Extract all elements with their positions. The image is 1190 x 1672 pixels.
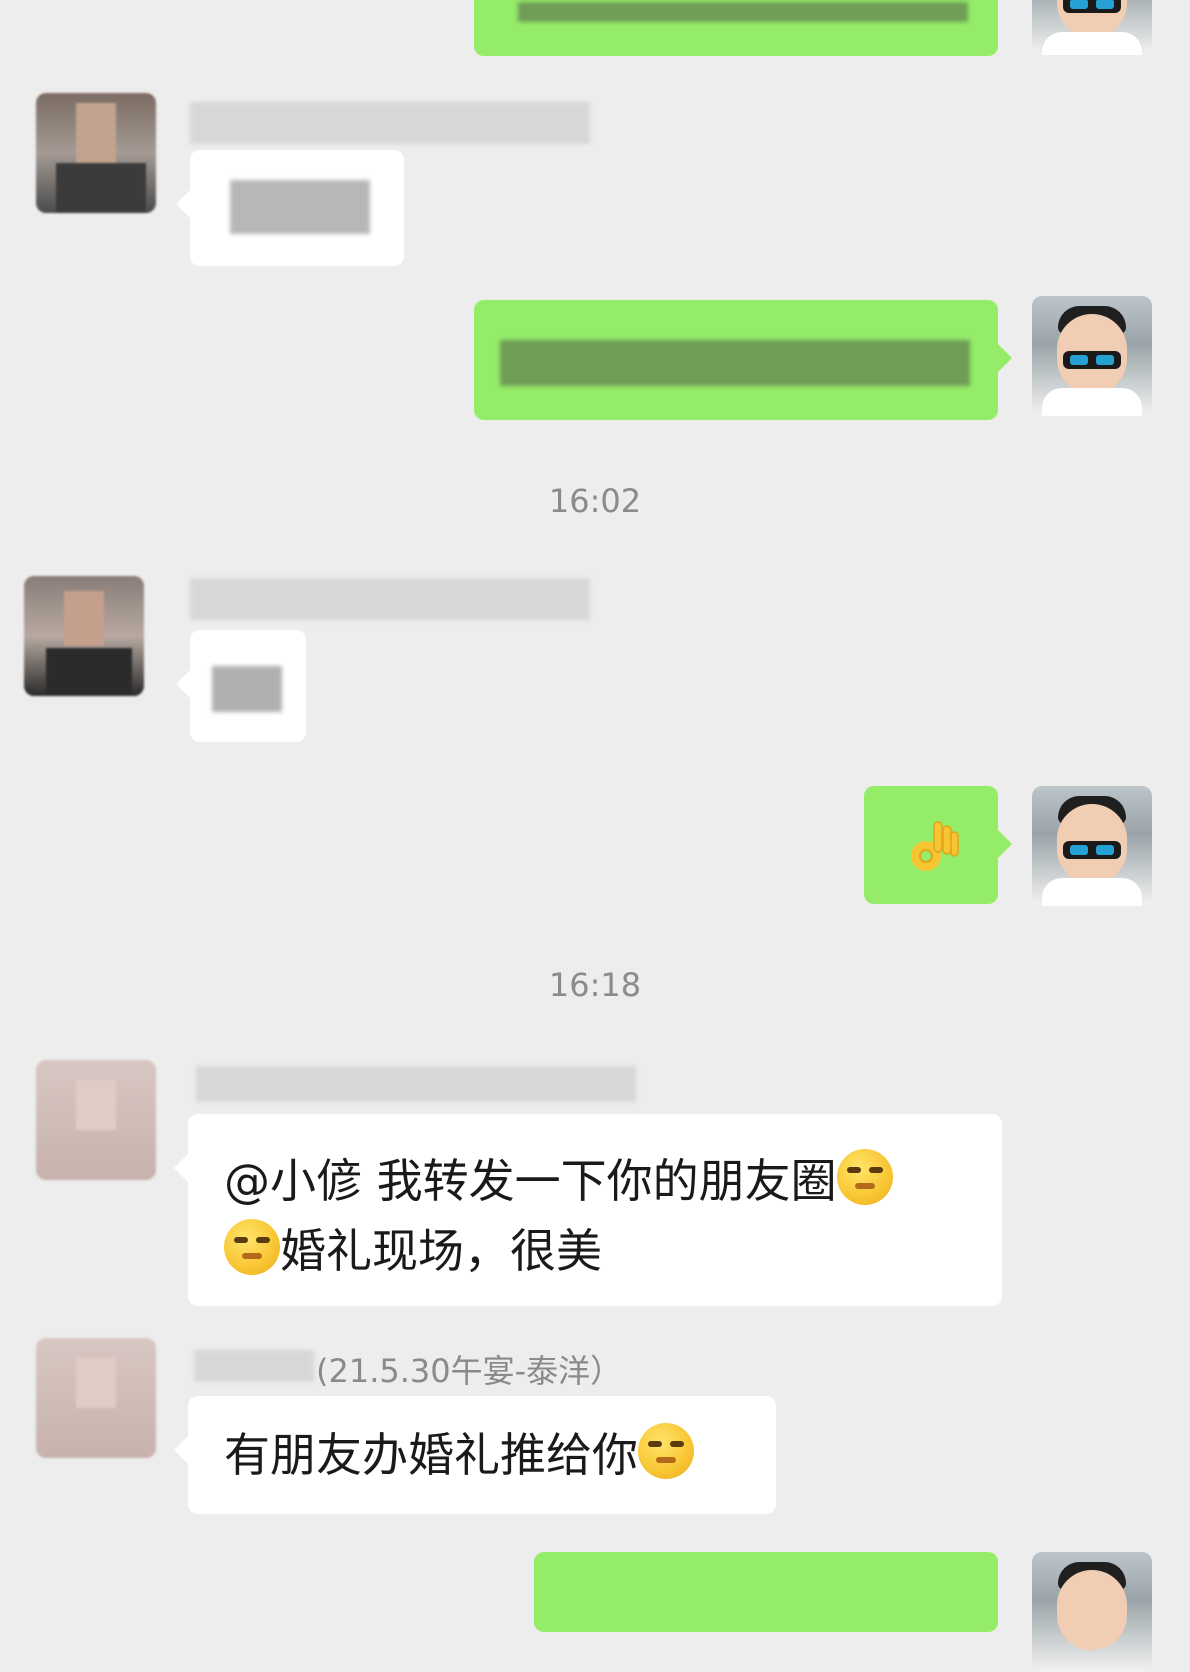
avatar[interactable] (36, 1338, 156, 1458)
smirk-emoji (836, 1149, 893, 1205)
blurred-text (518, 2, 968, 22)
avatar[interactable] (24, 576, 144, 696)
chat-bubble-other[interactable] (176, 630, 306, 742)
timestamp: 16:18 (548, 966, 642, 1004)
smirk-emoji (224, 1219, 280, 1275)
chat-bubble-other[interactable]: 有朋友办婚礼推给你 (174, 1396, 776, 1514)
message-text: 有朋友办婚礼推给你 (224, 1420, 746, 1490)
avatar[interactable] (1032, 0, 1152, 55)
blurred-text (230, 180, 370, 234)
blurred-text (212, 666, 282, 712)
smirk-emoji (638, 1423, 694, 1479)
avatar[interactable] (36, 93, 156, 213)
chat-bubble-self[interactable] (864, 786, 1012, 904)
sender-name (190, 102, 590, 144)
chat-bubble-self[interactable] (474, 300, 1012, 420)
avatar[interactable] (1032, 786, 1152, 906)
sender-name-blur (194, 1350, 314, 1382)
ok-hand-emoji (911, 821, 959, 871)
avatar[interactable] (1032, 296, 1152, 416)
sender-name (190, 578, 590, 620)
chat-bubble-other[interactable]: @小偐 我转发一下你的朋友圈 婚礼现场，很美 (174, 1114, 1002, 1306)
avatar[interactable] (36, 1060, 156, 1180)
sender-name (196, 1066, 636, 1102)
chat-bubble-self[interactable] (534, 1552, 998, 1632)
chat-bubble-other[interactable] (176, 150, 404, 266)
sender-name: (21.5.30午宴-泰洋） (316, 1352, 623, 1390)
message-text: @小偐 我转发一下你的朋友圈 婚礼现场，很美 (224, 1146, 972, 1286)
timestamp: 16:02 (548, 482, 642, 520)
avatar[interactable] (1032, 1552, 1152, 1672)
blurred-text (500, 340, 970, 386)
chat-bubble-self[interactable] (474, 0, 998, 56)
